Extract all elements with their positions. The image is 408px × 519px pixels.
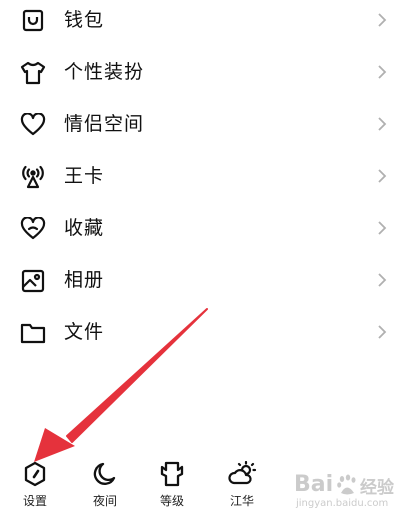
menu-item-label: 收藏	[64, 217, 105, 239]
baidu-watermark: Bai 经验 jingyan.baidu.com	[292, 470, 404, 515]
wallet-icon	[20, 8, 46, 34]
chevron-right-icon	[378, 273, 387, 287]
menu-item-label: 钱包	[64, 9, 105, 31]
menu-item-album[interactable]: 相册	[0, 258, 408, 302]
tab-label: 设置	[22, 494, 47, 508]
watermark-domain: jingyan.baidu.com	[296, 498, 389, 509]
tab-label: 等级	[159, 494, 184, 508]
chevron-right-icon	[378, 169, 387, 183]
chevron-right-icon	[378, 65, 387, 79]
menu-item-label: 情侣空间	[64, 113, 145, 135]
weather-icon	[227, 460, 257, 488]
paw-icon	[337, 474, 356, 495]
tab-settings[interactable]: 设置	[5, 456, 65, 516]
tab-label: 夜间	[92, 494, 117, 508]
folder-icon	[20, 320, 46, 346]
tshirt-icon	[20, 60, 46, 86]
settings-hexagon-icon	[20, 460, 50, 488]
signal-tower-icon	[20, 164, 46, 190]
heart-icon	[20, 112, 46, 138]
level-trophy-icon	[157, 460, 187, 488]
tab-level[interactable]: 等级	[142, 456, 202, 516]
menu-item-king-card[interactable]: 王卡	[0, 154, 408, 198]
watermark-brand: Bai	[294, 472, 334, 497]
menu-item-wallet[interactable]: 钱包	[0, 0, 408, 42]
menu-item-files[interactable]: 文件	[0, 310, 408, 354]
chevron-right-icon	[378, 117, 387, 131]
menu-item-favorites[interactable]: 收藏	[0, 206, 408, 250]
menu-item-label: 文件	[64, 321, 105, 343]
chevron-right-icon	[378, 221, 387, 235]
menu-item-label: 相册	[64, 269, 105, 291]
watermark-suffix: 经验	[360, 478, 394, 498]
moon-icon	[90, 460, 120, 488]
favorite-heart-icon	[20, 216, 46, 242]
photo-album-icon	[20, 268, 46, 294]
menu-item-label: 王卡	[64, 165, 105, 187]
chevron-right-icon	[378, 325, 387, 339]
tab-label: 江华	[229, 494, 254, 508]
menu-item-personalize[interactable]: 个性装扮	[0, 50, 408, 94]
menu-item-label: 个性装扮	[64, 61, 145, 83]
tab-night-mode[interactable]: 夜间	[75, 456, 135, 516]
tab-weather[interactable]: 江华	[212, 456, 272, 516]
chevron-right-icon	[378, 13, 387, 27]
menu-item-couple-space[interactable]: 情侣空间	[0, 102, 408, 146]
